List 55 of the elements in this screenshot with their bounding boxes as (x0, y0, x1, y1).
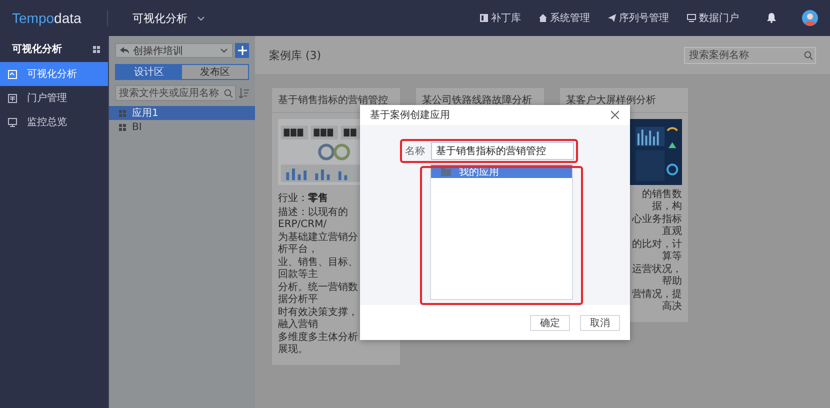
bell-icon[interactable] (767, 13, 776, 23)
book-icon (480, 14, 488, 22)
nav-link[interactable]: 补丁库 (480, 11, 521, 25)
search-field[interactable]: 搜索案例名称 (684, 46, 816, 64)
logo: Tempodata (12, 10, 82, 26)
field-label: 名称 (405, 145, 425, 158)
description-text: 营情况，提高决 (632, 289, 682, 313)
back-icon (120, 47, 129, 54)
industry-label: 行业：零售 (277, 192, 329, 206)
description-text: 分析。统一营销数据分析平 (278, 282, 358, 306)
chevron-icon (197, 16, 206, 20)
nav-link[interactable]: 数据门户 (687, 11, 739, 25)
description-text: 的销售数据，构 (641, 189, 682, 213)
monitor-icon (687, 14, 696, 22)
description-text: 时有效决策支撑，融入营销 (278, 307, 358, 331)
dialog-button[interactable]: 取消 (580, 314, 620, 330)
avatar[interactable] (802, 10, 818, 26)
description-text: 多维度多主体分析展现。 (278, 332, 358, 356)
sidebar-item[interactable]: 门户管理 (0, 86, 108, 110)
tree-item[interactable]: BI (109, 120, 255, 134)
description-text: 业、销售、目标、回款等主 (278, 257, 358, 281)
close-button[interactable] (610, 110, 620, 120)
search-field[interactable]: 搜索文件夹或应用名称 (115, 85, 236, 101)
home-icon (539, 14, 547, 22)
chart-icon (8, 70, 17, 78)
description-text: 的比对，计算等 (632, 239, 682, 263)
description-text: 描述：以现有的ERP/CRM/ (278, 207, 349, 231)
dialog-button[interactable]: 确定 (530, 314, 570, 330)
sidebar-item[interactable]: 监控总览 (0, 110, 108, 134)
search-icon (804, 50, 813, 60)
search-icon (224, 88, 233, 98)
portal-icon (8, 94, 17, 102)
description-text: 心业务指标直观 (632, 214, 682, 238)
project-dropdown[interactable]: 创操作培训 (115, 43, 233, 58)
nav-link[interactable]: 系统管理 (539, 11, 590, 25)
page-title: 案例库 (3) (269, 48, 322, 62)
name-field[interactable]: 基于销售指标的营销管控 (431, 142, 574, 160)
tab[interactable]: 发布区 (182, 65, 248, 79)
tree-item[interactable]: 应用1 (109, 106, 255, 120)
send-icon (608, 14, 616, 22)
sidebar-title: 可视化分析 (12, 42, 62, 56)
module-dropdown[interactable]: 可视化分析 (132, 10, 206, 26)
nav-link[interactable]: 序列号管理 (608, 11, 669, 25)
grid-icon (119, 124, 126, 130)
add-button[interactable] (235, 43, 249, 58)
chevron-icon (220, 48, 228, 53)
close-icon (611, 111, 619, 119)
grid-icon[interactable] (93, 46, 100, 52)
grid-icon (119, 110, 126, 116)
tab[interactable]: 设计区 (116, 65, 182, 79)
monitor-icon (8, 118, 17, 126)
plus-icon (238, 46, 246, 55)
sidebar-item[interactable]: 可视化分析 (0, 62, 108, 86)
description-text: 为基础建立营销分析平台， (278, 232, 358, 256)
description-text: 运营状况，帮助 (632, 264, 682, 288)
